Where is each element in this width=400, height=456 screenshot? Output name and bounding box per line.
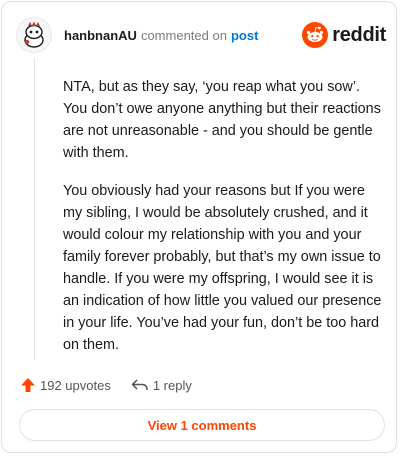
thread-line[interactable] <box>34 58 35 360</box>
comment-paragraph: NTA, but as they say, ‘you reap what you… <box>63 79 381 161</box>
comment-actions: 192 upvotes 1 reply <box>20 374 192 396</box>
view-comments-button[interactable]: View 1 comments <box>19 409 385 441</box>
reply-arrow-icon <box>131 379 148 390</box>
brand-name: reddit <box>332 23 386 46</box>
comment-header: hanbnanAU commented on post reddit <box>16 16 386 54</box>
snoo-avatar-icon[interactable] <box>16 17 52 53</box>
post-link[interactable]: post <box>231 28 258 43</box>
comment-body: NTA, but as they say, ‘you reap what you… <box>63 76 383 372</box>
comment-paragraph: You obviously had your reasons but If yo… <box>63 183 382 353</box>
upvote-button[interactable]: 192 upvotes <box>20 377 111 393</box>
upvote-arrow-icon <box>21 378 35 392</box>
comment-card: hanbnanAU commented on post reddit NTA, … <box>1 1 397 453</box>
reply-button[interactable]: 1 reply <box>131 377 192 393</box>
reply-count: 1 reply <box>152 377 192 393</box>
reddit-snoo-icon <box>302 22 329 48</box>
commented-label: commented on <box>140 27 227 43</box>
upvote-count: 192 upvotes <box>40 377 111 393</box>
comment-meta: hanbnanAU commented on post <box>64 28 258 43</box>
reddit-logo[interactable]: reddit <box>302 22 386 48</box>
username[interactable]: hanbnanAU <box>64 28 137 43</box>
